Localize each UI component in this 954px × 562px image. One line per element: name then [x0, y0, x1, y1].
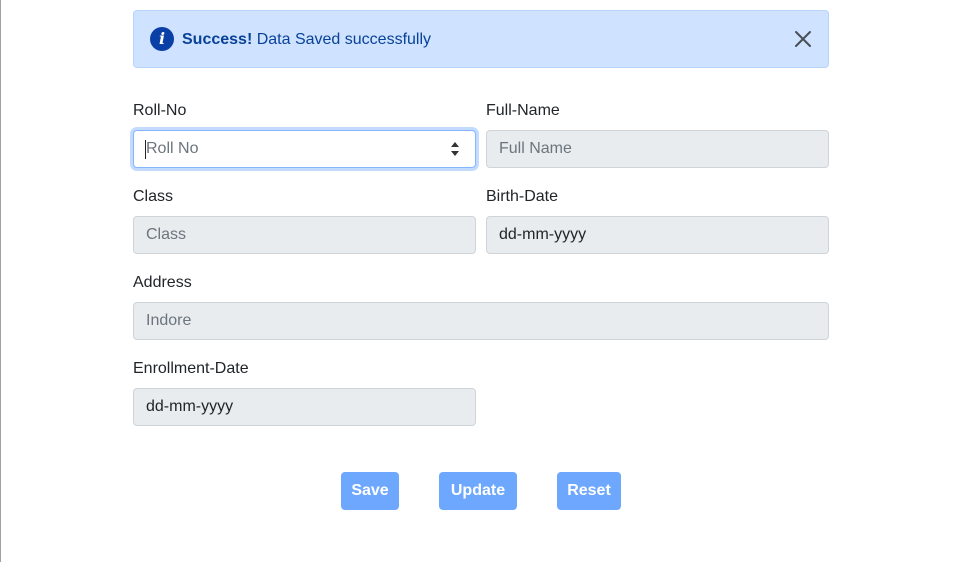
birthdate-input[interactable]: dd-mm-yyyy — [486, 216, 829, 254]
update-button[interactable]: Update — [439, 472, 517, 510]
rollno-input[interactable] — [133, 130, 476, 168]
page: i Success! Data Saved successfully Roll-… — [0, 0, 954, 562]
number-spinner[interactable] — [449, 139, 461, 159]
alert-strong: Success! — [182, 31, 253, 48]
enrollment-label: Enrollment-Date — [133, 360, 249, 377]
close-icon[interactable] — [792, 28, 814, 50]
fullname-input[interactable] — [486, 130, 829, 168]
fullname-label: Full-Name — [486, 102, 560, 119]
enrollment-date-input[interactable]: dd-mm-yyyy — [133, 388, 476, 426]
reset-button[interactable]: Reset — [557, 472, 621, 510]
class-input[interactable] — [133, 216, 476, 254]
alert-message: Data Saved successfully — [252, 31, 432, 48]
alert-text: Success! Data Saved successfully — [182, 30, 431, 50]
text-caret — [145, 140, 146, 159]
save-button[interactable]: Save — [341, 472, 399, 510]
rollno-label: Roll-No — [133, 102, 187, 119]
address-input[interactable] — [133, 302, 829, 340]
address-label: Address — [133, 274, 192, 291]
class-label: Class — [133, 188, 174, 205]
success-alert: i Success! Data Saved successfully — [133, 10, 829, 68]
info-icon: i — [150, 27, 174, 51]
birthdate-label: Birth-Date — [486, 188, 559, 205]
